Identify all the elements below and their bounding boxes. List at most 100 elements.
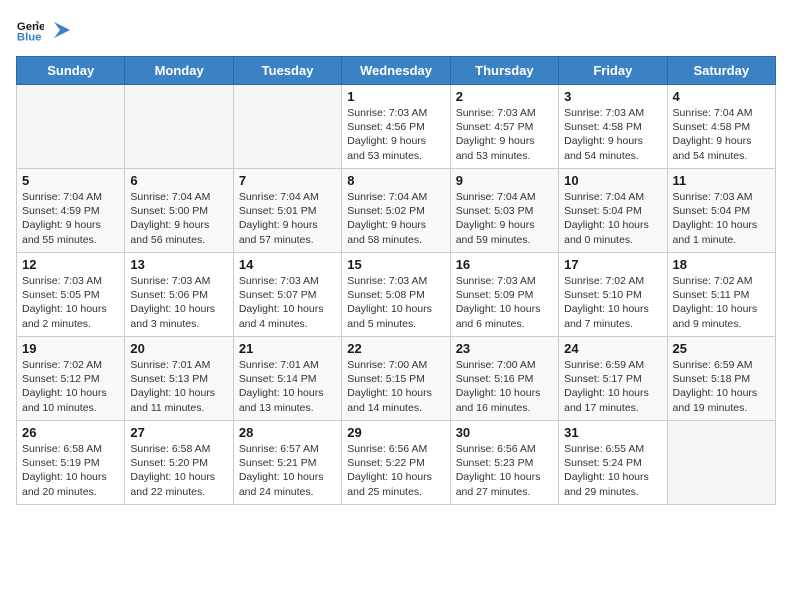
calendar-cell: 14 Sunrise: 7:03 AM Sunset: 5:07 PM Dayli… xyxy=(233,253,341,337)
calendar-cell: 16 Sunrise: 7:03 AM Sunset: 5:09 PM Dayli… xyxy=(450,253,558,337)
col-header-saturday: Saturday xyxy=(667,57,775,85)
day-info: Sunrise: 7:02 AM Sunset: 5:12 PM Dayligh… xyxy=(22,358,119,415)
day-number: 17 xyxy=(564,257,661,272)
day-number: 22 xyxy=(347,341,444,356)
calendar-cell: 9 Sunrise: 7:04 AM Sunset: 5:03 PM Daylig… xyxy=(450,169,558,253)
day-number: 7 xyxy=(239,173,336,188)
day-number: 15 xyxy=(347,257,444,272)
logo-icon: General Blue xyxy=(16,16,44,44)
day-info: Sunrise: 6:56 AM Sunset: 5:23 PM Dayligh… xyxy=(456,442,553,499)
day-info: Sunrise: 7:03 AM Sunset: 4:58 PM Dayligh… xyxy=(564,106,661,163)
page-header: General Blue xyxy=(16,16,776,44)
day-info: Sunrise: 7:01 AM Sunset: 5:13 PM Dayligh… xyxy=(130,358,227,415)
day-info: Sunrise: 7:02 AM Sunset: 5:10 PM Dayligh… xyxy=(564,274,661,331)
day-number: 31 xyxy=(564,425,661,440)
logo: General Blue xyxy=(16,16,72,44)
day-info: Sunrise: 7:02 AM Sunset: 5:11 PM Dayligh… xyxy=(673,274,770,331)
calendar-cell: 3 Sunrise: 7:03 AM Sunset: 4:58 PM Daylig… xyxy=(559,85,667,169)
day-number: 5 xyxy=(22,173,119,188)
day-info: Sunrise: 7:03 AM Sunset: 5:06 PM Dayligh… xyxy=(130,274,227,331)
day-number: 25 xyxy=(673,341,770,356)
calendar-cell: 7 Sunrise: 7:04 AM Sunset: 5:01 PM Daylig… xyxy=(233,169,341,253)
calendar-cell xyxy=(125,85,233,169)
day-number: 9 xyxy=(456,173,553,188)
day-info: Sunrise: 7:04 AM Sunset: 4:59 PM Dayligh… xyxy=(22,190,119,247)
calendar-cell xyxy=(17,85,125,169)
day-info: Sunrise: 7:03 AM Sunset: 4:56 PM Dayligh… xyxy=(347,106,444,163)
col-header-friday: Friday xyxy=(559,57,667,85)
calendar-cell: 2Sunrise: 7:03 AM Sunset: 4:57 PM Daylig… xyxy=(450,85,558,169)
calendar-cell: 28 Sunrise: 6:57 AM Sunset: 5:21 PM Dayli… xyxy=(233,421,341,505)
calendar-cell: 19 Sunrise: 7:02 AM Sunset: 5:12 PM Dayli… xyxy=(17,337,125,421)
day-info: Sunrise: 7:04 AM Sunset: 5:00 PM Dayligh… xyxy=(130,190,227,247)
day-number: 8 xyxy=(347,173,444,188)
calendar-cell: 30 Sunrise: 6:56 AM Sunset: 5:23 PM Dayli… xyxy=(450,421,558,505)
calendar-cell: 20 Sunrise: 7:01 AM Sunset: 5:13 PM Dayli… xyxy=(125,337,233,421)
day-number: 20 xyxy=(130,341,227,356)
day-number: 30 xyxy=(456,425,553,440)
calendar-cell: 23 Sunrise: 7:00 AM Sunset: 5:16 PM Dayli… xyxy=(450,337,558,421)
calendar-cell: 8 Sunrise: 7:04 AM Sunset: 5:02 PM Daylig… xyxy=(342,169,450,253)
calendar-cell: 29 Sunrise: 6:56 AM Sunset: 5:22 PM Dayli… xyxy=(342,421,450,505)
col-header-monday: Monday xyxy=(125,57,233,85)
day-info: Sunrise: 7:04 AM Sunset: 5:01 PM Dayligh… xyxy=(239,190,336,247)
calendar-cell: 4 Sunrise: 7:04 AM Sunset: 4:58 PM Daylig… xyxy=(667,85,775,169)
calendar-cell: 13 Sunrise: 7:03 AM Sunset: 5:06 PM Dayli… xyxy=(125,253,233,337)
calendar-cell: 6 Sunrise: 7:04 AM Sunset: 5:00 PM Daylig… xyxy=(125,169,233,253)
calendar-cell: 26 Sunrise: 6:58 AM Sunset: 5:19 PM Dayli… xyxy=(17,421,125,505)
calendar-table: SundayMondayTuesdayWednesdayThursdayFrid… xyxy=(16,56,776,505)
day-info: Sunrise: 7:04 AM Sunset: 5:04 PM Dayligh… xyxy=(564,190,661,247)
day-number: 11 xyxy=(673,173,770,188)
col-header-sunday: Sunday xyxy=(17,57,125,85)
day-number: 1 xyxy=(347,89,444,104)
calendar-cell: 11Sunrise: 7:03 AM Sunset: 5:04 PM Dayli… xyxy=(667,169,775,253)
day-number: 16 xyxy=(456,257,553,272)
calendar-cell: 21Sunrise: 7:01 AM Sunset: 5:14 PM Dayli… xyxy=(233,337,341,421)
day-info: Sunrise: 7:00 AM Sunset: 5:16 PM Dayligh… xyxy=(456,358,553,415)
day-number: 4 xyxy=(673,89,770,104)
day-info: Sunrise: 7:03 AM Sunset: 5:07 PM Dayligh… xyxy=(239,274,336,331)
calendar-cell: 27Sunrise: 6:58 AM Sunset: 5:20 PM Dayli… xyxy=(125,421,233,505)
day-info: Sunrise: 6:59 AM Sunset: 5:17 PM Dayligh… xyxy=(564,358,661,415)
day-number: 6 xyxy=(130,173,227,188)
calendar-cell: 25 Sunrise: 6:59 AM Sunset: 5:18 PM Dayli… xyxy=(667,337,775,421)
day-info: Sunrise: 7:03 AM Sunset: 5:05 PM Dayligh… xyxy=(22,274,119,331)
day-number: 12 xyxy=(22,257,119,272)
day-number: 10 xyxy=(564,173,661,188)
calendar-cell: 18 Sunrise: 7:02 AM Sunset: 5:11 PM Dayli… xyxy=(667,253,775,337)
day-number: 26 xyxy=(22,425,119,440)
day-info: Sunrise: 7:04 AM Sunset: 5:02 PM Dayligh… xyxy=(347,190,444,247)
day-number: 3 xyxy=(564,89,661,104)
day-number: 28 xyxy=(239,425,336,440)
day-number: 29 xyxy=(347,425,444,440)
day-number: 23 xyxy=(456,341,553,356)
calendar-cell: 1 Sunrise: 7:03 AM Sunset: 4:56 PM Daylig… xyxy=(342,85,450,169)
day-number: 14 xyxy=(239,257,336,272)
day-info: Sunrise: 7:01 AM Sunset: 5:14 PM Dayligh… xyxy=(239,358,336,415)
calendar-cell xyxy=(233,85,341,169)
day-info: Sunrise: 6:59 AM Sunset: 5:18 PM Dayligh… xyxy=(673,358,770,415)
calendar-cell: 12 Sunrise: 7:03 AM Sunset: 5:05 PM Dayli… xyxy=(17,253,125,337)
col-header-wednesday: Wednesday xyxy=(342,57,450,85)
calendar-cell: 15 Sunrise: 7:03 AM Sunset: 5:08 PM Dayli… xyxy=(342,253,450,337)
day-info: Sunrise: 7:00 AM Sunset: 5:15 PM Dayligh… xyxy=(347,358,444,415)
calendar-cell: 17 Sunrise: 7:02 AM Sunset: 5:10 PM Dayli… xyxy=(559,253,667,337)
day-number: 19 xyxy=(22,341,119,356)
day-number: 18 xyxy=(673,257,770,272)
day-info: Sunrise: 6:58 AM Sunset: 5:20 PM Dayligh… xyxy=(130,442,227,499)
day-info: Sunrise: 6:57 AM Sunset: 5:21 PM Dayligh… xyxy=(239,442,336,499)
day-info: Sunrise: 6:56 AM Sunset: 5:22 PM Dayligh… xyxy=(347,442,444,499)
calendar-cell: 5 Sunrise: 7:04 AM Sunset: 4:59 PM Daylig… xyxy=(17,169,125,253)
col-header-thursday: Thursday xyxy=(450,57,558,85)
calendar-cell: 10 Sunrise: 7:04 AM Sunset: 5:04 PM Dayli… xyxy=(559,169,667,253)
svg-text:Blue: Blue xyxy=(17,32,42,44)
day-info: Sunrise: 6:58 AM Sunset: 5:19 PM Dayligh… xyxy=(22,442,119,499)
day-number: 2 xyxy=(456,89,553,104)
day-info: Sunrise: 7:04 AM Sunset: 4:58 PM Dayligh… xyxy=(673,106,770,163)
day-info: Sunrise: 7:03 AM Sunset: 5:08 PM Dayligh… xyxy=(347,274,444,331)
calendar-cell: 24Sunrise: 6:59 AM Sunset: 5:17 PM Dayli… xyxy=(559,337,667,421)
calendar-cell xyxy=(667,421,775,505)
day-info: Sunrise: 7:04 AM Sunset: 5:03 PM Dayligh… xyxy=(456,190,553,247)
day-info: Sunrise: 7:03 AM Sunset: 5:09 PM Dayligh… xyxy=(456,274,553,331)
day-number: 13 xyxy=(130,257,227,272)
